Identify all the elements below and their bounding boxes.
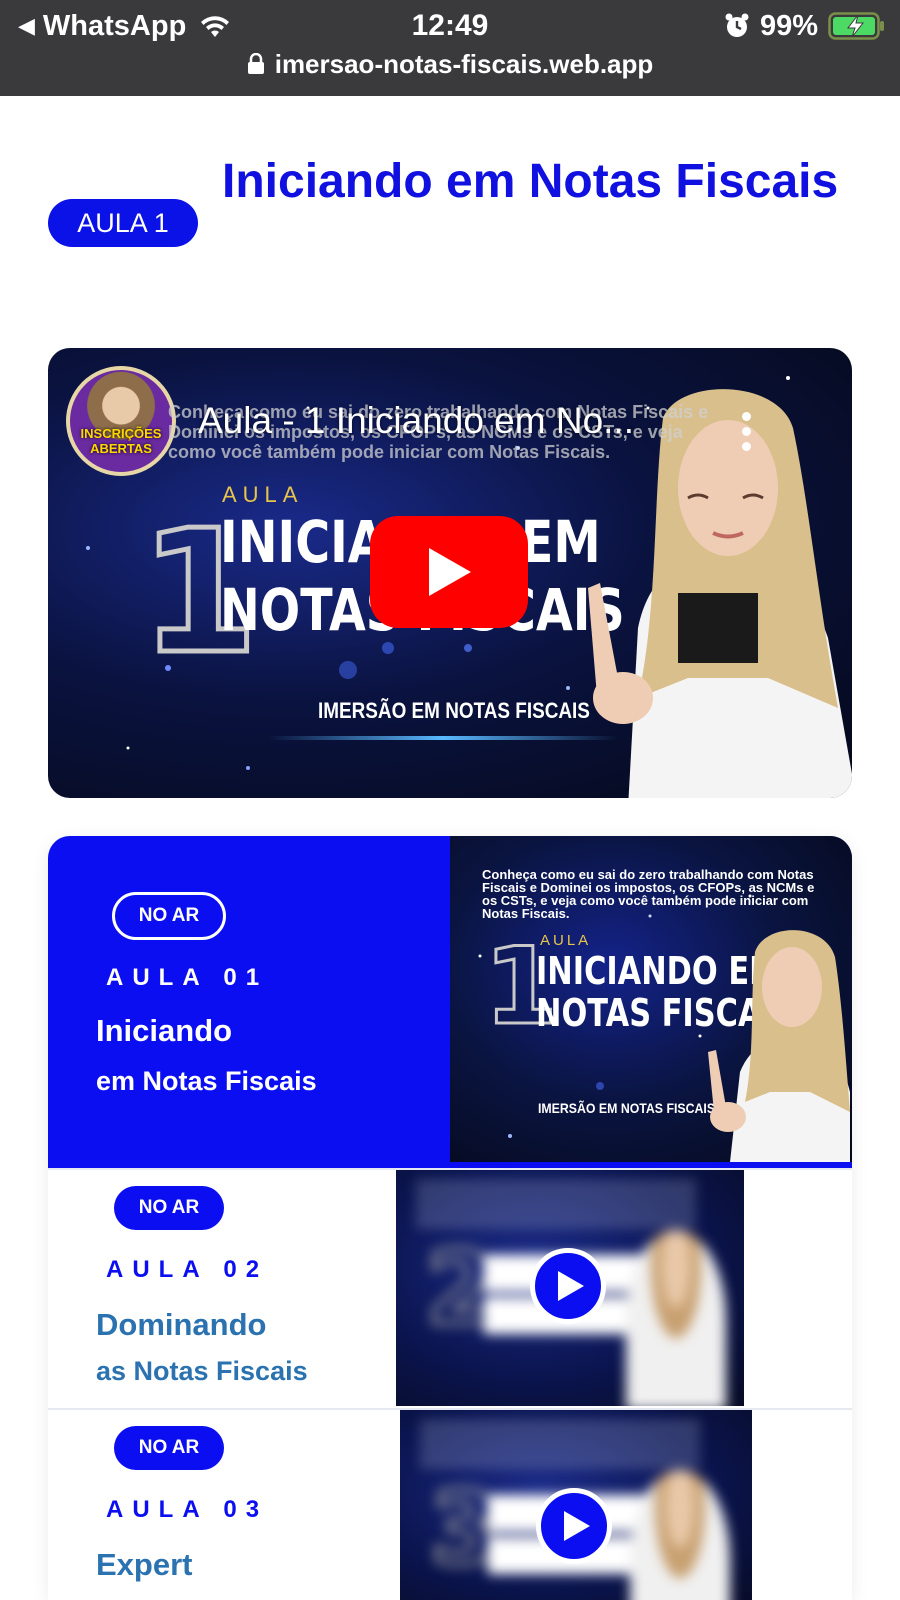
lesson-badge: AULA 1: [48, 199, 198, 247]
youtube-video-player[interactable]: 1 AULA INICIANDO EM NOTAS FISCAIS IMERSÃ…: [48, 348, 852, 798]
youtube-play-button[interactable]: [370, 516, 528, 628]
thumbnail-brand: IMERSÃO EM NOTAS FISCAIS: [318, 698, 590, 723]
thumbnail-kicker: AULA: [222, 482, 304, 507]
blurred-description: [416, 1182, 696, 1232]
lesson-card-active[interactable]: NO AR AULA 01 Iniciando em Notas Fiscais…: [48, 836, 852, 1168]
thumbnail-brand: IMERSÃO EM NOTAS FISCAIS: [538, 1100, 716, 1116]
play-icon: [564, 1511, 590, 1541]
lesson-number: AULA 01: [106, 964, 269, 991]
lesson-subtitle: as Notas Fiscais: [96, 1356, 308, 1386]
lesson-title: Iniciando: [96, 1013, 233, 1048]
lesson-title: Expert: [96, 1547, 193, 1582]
lesson-thumbnail-locked[interactable]: 3 ▇▇▇▇▇▇▇▇▇▇▇▇: [400, 1410, 752, 1600]
lesson-card[interactable]: NO AR AULA 03 Expert 3 ▇▇▇▇▇▇▇▇▇▇▇▇: [48, 1408, 852, 1600]
page-title: Iniciando em Notas Fiscais: [222, 155, 839, 208]
lesson-list: NO AR AULA 01 Iniciando em Notas Fiscais…: [48, 836, 852, 1600]
status-indicators: 99%: [724, 6, 886, 46]
play-button[interactable]: [530, 1248, 606, 1324]
play-icon: [429, 548, 471, 596]
presenter-photo: [708, 930, 850, 1162]
url-text: imersao-notas-fiscais.web.app: [274, 48, 654, 79]
thumbnail-kicker: AULA: [540, 932, 592, 949]
browser-status-bar: ◀ WhatsApp 12:49 99% imersao-notas-fisca…: [0, 0, 900, 96]
lesson-thumbnail-locked[interactable]: 2 ▇▇▇▇▇▇▇▇▇▇▇▇: [396, 1170, 744, 1406]
battery-charging-icon: [828, 12, 884, 40]
lesson-thumbnail[interactable]: Conheça como eu sai do zero trabalhando …: [450, 836, 852, 1162]
lesson-number: AULA 03: [106, 1496, 269, 1523]
lesson-title: Dominando: [96, 1307, 267, 1342]
status-badge: NO AR: [114, 1186, 224, 1230]
lesson-number: AULA 02: [106, 1256, 269, 1283]
channel-avatar[interactable]: INSCRIÇÕES ABERTAS: [66, 366, 176, 476]
blurred-description: [420, 1422, 700, 1472]
status-badge: NO AR: [114, 1426, 224, 1470]
more-options-icon[interactable]: [742, 412, 752, 452]
lesson-subtitle: em Notas Fiscais: [96, 1066, 317, 1096]
glow-line: [268, 736, 618, 740]
lesson-card[interactable]: NO AR AULA 02 Dominando as Notas Fiscais…: [48, 1168, 852, 1406]
lock-icon: [247, 53, 264, 74]
video-title[interactable]: Aula - 1 Iniciando em No...: [198, 396, 758, 446]
play-button[interactable]: [536, 1488, 612, 1564]
play-icon: [558, 1271, 584, 1301]
status-badge: NO AR: [112, 892, 226, 940]
avatar-badge-text: INSCRIÇÕES ABERTAS: [80, 426, 162, 456]
blurred-presenter: [626, 1230, 726, 1406]
alarm-clock-icon: [725, 13, 749, 37]
battery-percent: 99%: [759, 9, 818, 42]
thumbnail-description: Conheça como eu sai do zero trabalhando …: [482, 867, 815, 921]
url-bar[interactable]: imersao-notas-fiscais.web.app: [0, 46, 900, 82]
